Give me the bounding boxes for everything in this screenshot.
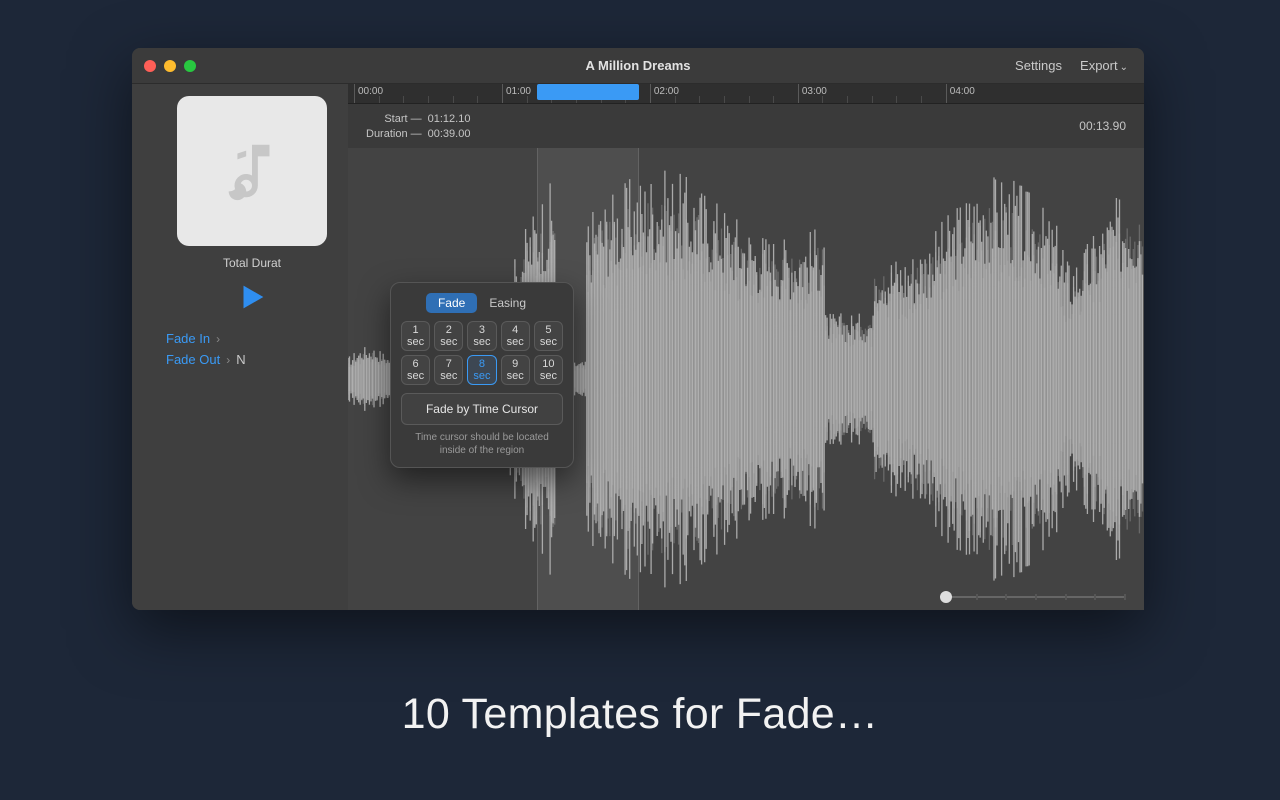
- ruler-tick: 04:00: [946, 84, 975, 104]
- fade-5-sec-button[interactable]: 5sec: [534, 321, 563, 351]
- play-button[interactable]: [235, 280, 269, 319]
- app-window: A Million Dreams Settings Export⌄ Total …: [132, 48, 1144, 610]
- fade-out-label: Fade Out: [166, 352, 220, 367]
- fade-1-sec-button[interactable]: 1sec: [401, 321, 430, 351]
- fade-8-sec-button[interactable]: 8sec: [467, 355, 496, 385]
- sidebar: Total Durat Fade In › Fade Out › N: [132, 84, 348, 610]
- marketing-headline: 10 Templates for Fade…: [0, 690, 1280, 739]
- zoom-slider[interactable]: [946, 590, 1126, 604]
- fade-out-value: N: [236, 352, 245, 367]
- chevron-right-icon: ›: [216, 332, 220, 346]
- duration-label: Duration —: [366, 128, 422, 140]
- fade-3-sec-button[interactable]: 3sec: [467, 321, 496, 351]
- fade-4-sec-button[interactable]: 4sec: [501, 321, 530, 351]
- fade-out-button[interactable]: Fade Out › N: [166, 352, 246, 367]
- fade-hint: Time cursor should be located inside of …: [401, 431, 563, 457]
- info-strip: Start — Duration — 01:12.10 00:39.00 00:…: [348, 104, 1144, 148]
- titlebar: A Million Dreams Settings Export⌄: [132, 48, 1144, 84]
- fade-in-button[interactable]: Fade In ›: [166, 331, 220, 346]
- total-duration-label: Total Durat: [223, 256, 281, 270]
- fade-10-sec-button[interactable]: 10sec: [534, 355, 563, 385]
- start-value: 01:12.10: [428, 113, 471, 125]
- fade-popover: Fade Easing 1sec2sec3sec4sec5sec 6sec7sec…: [390, 282, 574, 468]
- fade-7-sec-button[interactable]: 7sec: [434, 355, 463, 385]
- window-title: A Million Dreams: [132, 58, 1144, 73]
- timeline-ruler[interactable]: 00:0001:0002:0003:0004:00: [348, 84, 1144, 104]
- tab-easing[interactable]: Easing: [477, 293, 538, 313]
- tab-fade[interactable]: Fade: [426, 293, 477, 313]
- fade-popover-tabs: Fade Easing: [401, 293, 563, 313]
- elapsed-time: 00:13.90: [1079, 119, 1126, 133]
- zoom-thumb[interactable]: [940, 591, 952, 603]
- fade-in-label: Fade In: [166, 331, 210, 346]
- album-art: [177, 96, 327, 246]
- chevron-right-icon: ›: [226, 353, 230, 367]
- play-icon: [235, 280, 269, 314]
- music-note-icon: [217, 136, 287, 206]
- fade-by-cursor-button[interactable]: Fade by Time Cursor: [401, 393, 563, 425]
- duration-value: 00:39.00: [428, 128, 471, 140]
- content-area: Total Durat Fade In › Fade Out › N 00:00…: [132, 84, 1144, 610]
- start-label: Start —: [366, 113, 422, 125]
- fade-9-sec-button[interactable]: 9sec: [501, 355, 530, 385]
- fade-2-sec-button[interactable]: 2sec: [434, 321, 463, 351]
- fade-seconds-grid: 1sec2sec3sec4sec5sec 6sec7sec8sec9sec10se…: [401, 321, 563, 385]
- fade-6-sec-button[interactable]: 6sec: [401, 355, 430, 385]
- ruler-selection[interactable]: [537, 84, 639, 100]
